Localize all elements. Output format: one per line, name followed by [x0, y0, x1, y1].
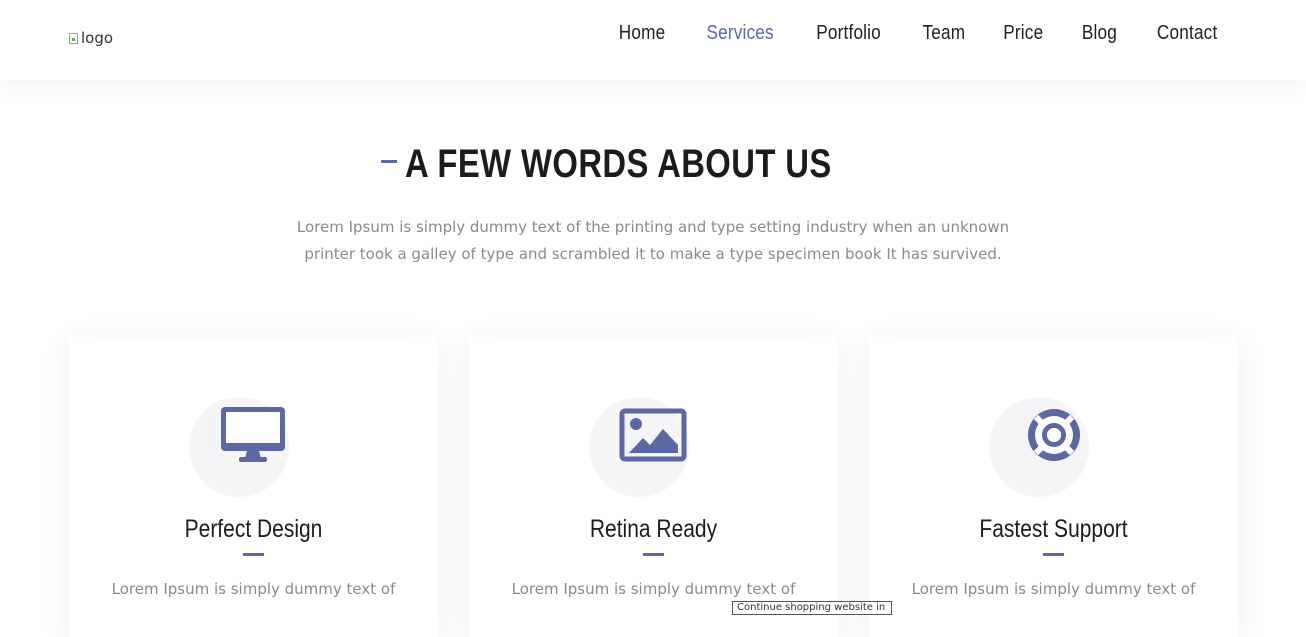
title-accent-dash — [643, 553, 664, 556]
monitor-icon — [221, 407, 285, 462]
title-accent-dash — [243, 553, 264, 556]
nav-link-blog[interactable]: Blog — [1082, 22, 1117, 45]
nav-link-price[interactable]: Price — [1004, 22, 1044, 45]
navbar: logo Home Services Portfolio Team Price … — [0, 0, 1306, 80]
feature-title: Retina Ready — [589, 515, 718, 543]
section-title: A FEW WORDS ABOUT US — [404, 142, 832, 186]
broken-image-icon — [69, 32, 78, 44]
feature-card: Perfect Design Lorem Ipsum is simply dum… — [69, 337, 438, 637]
feature-card: Fastest Support Lorem Ipsum is simply du… — [869, 337, 1238, 637]
nav-link-home[interactable]: Home — [619, 22, 666, 45]
heading-accent-dash — [380, 160, 397, 163]
lifebuoy-icon — [1028, 409, 1080, 461]
image-icon — [619, 408, 687, 462]
tooltip: Continue shopping website in — [732, 601, 892, 615]
feature-title: Fastest Support — [979, 515, 1128, 543]
feature-text: Lorem Ipsum is simply dummy text of — [911, 580, 1196, 598]
intro-line-1: Lorem Ipsum is simply dummy text of the … — [296, 218, 1010, 236]
section-intro: Lorem Ipsum is simply dummy text of the … — [283, 214, 1023, 268]
logo-alt-text: logo — [81, 29, 114, 47]
feature-card: Retina Ready Lorem Ipsum is simply dummy… — [469, 337, 838, 637]
section-heading: A FEW WORDS ABOUT US — [0, 142, 1306, 187]
nav-link-portfolio[interactable]: Portfolio — [817, 22, 882, 45]
nav-link-contact[interactable]: Contact — [1157, 22, 1217, 45]
feature-text: Lorem Ipsum is simply dummy text of — [511, 580, 796, 598]
main-nav: Home Services Portfolio Team Price Blog … — [615, 22, 1222, 45]
feature-text: Lorem Ipsum is simply dummy text of — [111, 580, 396, 598]
nav-link-team[interactable]: Team — [922, 22, 965, 45]
nav-link-services[interactable]: Services — [707, 22, 774, 45]
about-section: A FEW WORDS ABOUT US Lorem Ipsum is simp… — [0, 80, 1306, 637]
logo[interactable]: logo — [69, 29, 113, 47]
feature-title: Perfect Design — [184, 515, 323, 543]
intro-line-2: printer took a galley of type and scramb… — [304, 245, 1002, 263]
title-accent-dash — [1043, 553, 1064, 556]
